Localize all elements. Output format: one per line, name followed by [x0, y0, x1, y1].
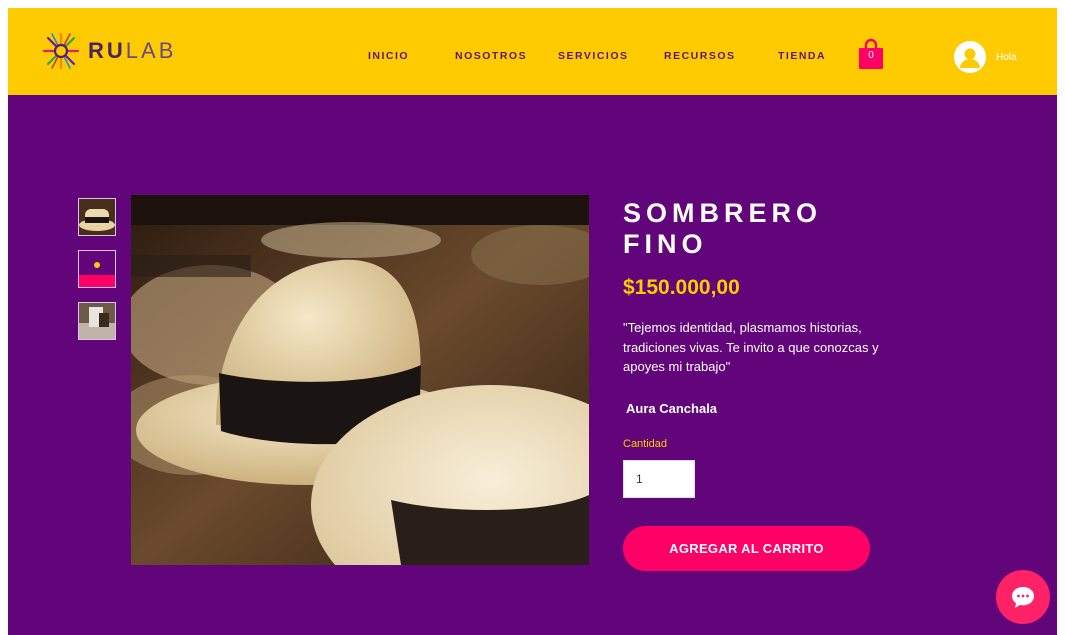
product-author: Aura Canchala: [626, 401, 718, 416]
add-to-cart-button[interactable]: AGREGAR AL CARRITO: [623, 526, 870, 571]
brand-name-bold: RU: [88, 38, 126, 63]
brand-logo[interactable]: RULAB: [40, 29, 176, 73]
quantity-input[interactable]: [623, 460, 695, 498]
product-description: "Tejemos identidad, plasmamos historias,…: [623, 320, 879, 374]
product-main-image: [131, 195, 589, 565]
cart-count: 0: [868, 50, 874, 61]
sun-weave-logo-icon: [42, 32, 80, 70]
thumbnail-purple-card[interactable]: [78, 250, 116, 288]
nav-item-inicio[interactable]: INICIO: [368, 50, 409, 62]
nav-item-nosotros[interactable]: NOSOTROS: [455, 50, 527, 62]
nav-item-tienda[interactable]: TIENDA: [778, 50, 826, 62]
cart-button[interactable]: 0: [858, 38, 884, 70]
thumbnail-weaving-photo[interactable]: [78, 302, 116, 340]
chat-button[interactable]: [996, 570, 1050, 624]
brand-name: RULAB: [88, 38, 176, 64]
user-menu[interactable]: Hola: [954, 41, 1017, 73]
product-price: $150.000,00: [623, 276, 740, 299]
brand-name-light: LAB: [125, 38, 177, 63]
site-header: RULAB INICIO NOSOTROS SERVICIOS RECURSOS…: [8, 8, 1057, 95]
quantity-label: Cantidad: [623, 438, 668, 450]
product-title: SOMBRERO FINO: [623, 198, 823, 259]
chat-bubble-icon: [1012, 587, 1034, 608]
weaving-thumbnail-image: [79, 303, 115, 339]
thumbnail-hat-photo[interactable]: [78, 198, 116, 236]
product-card-thumbnail-image: [79, 251, 115, 287]
nav-item-servicios[interactable]: SERVICIOS: [558, 50, 629, 62]
panama-hat-photo: [131, 195, 589, 565]
nav-item-recursos[interactable]: RECURSOS: [664, 50, 736, 62]
avatar: [954, 41, 986, 73]
user-avatar-icon: [954, 41, 986, 73]
page-frame: RULAB INICIO NOSOTROS SERVICIOS RECURSOS…: [8, 8, 1057, 635]
hat-thumbnail-image: [79, 199, 115, 235]
user-greeting: Hola: [996, 51, 1017, 63]
